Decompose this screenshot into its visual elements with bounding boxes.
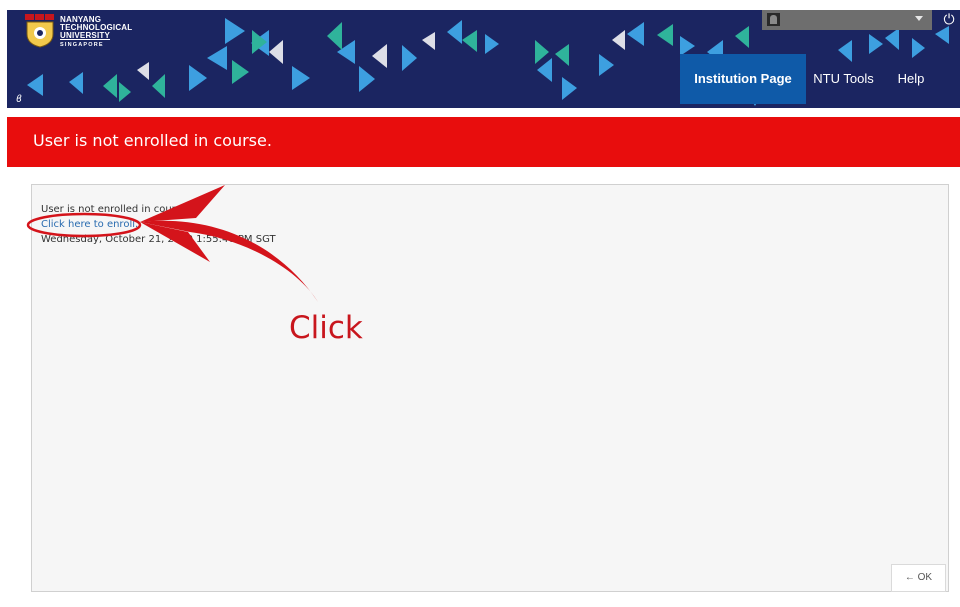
user-avatar-icon	[767, 13, 780, 26]
user-menu[interactable]	[762, 10, 932, 30]
ntu-crest-icon	[25, 14, 54, 48]
nav-ntu-tools[interactable]: NTU Tools	[806, 54, 881, 104]
not-enrolled-message: User is not enrolled in course.	[41, 204, 191, 215]
nav-institution-page[interactable]: Institution Page	[680, 54, 806, 104]
power-icon[interactable]: ⏻	[938, 10, 960, 30]
error-banner-text: User is not enrolled in course.	[33, 131, 272, 150]
timestamp: Wednesday, October 21, 2020 1:55:46 PM S…	[41, 234, 276, 245]
ok-button[interactable]: ← OK	[891, 564, 946, 592]
ntu-logo[interactable]: NANYANG TECHNOLOGICAL UNIVERSITY SINGAPORE	[25, 14, 145, 50]
logo-line-3: UNIVERSITY	[60, 31, 111, 40]
chevron-down-icon[interactable]	[915, 16, 923, 21]
nav-help[interactable]: Help	[881, 54, 941, 104]
logo-text: NANYANG TECHNOLOGICAL UNIVERSITY SINGAPORE	[60, 16, 132, 49]
logo-subtitle: SINGAPORE	[60, 42, 104, 48]
message-panel: User is not enrolled in course. Click he…	[31, 184, 949, 592]
enroll-link[interactable]: Click here to enroll.	[41, 219, 138, 230]
click-annotation: Click	[289, 310, 363, 346]
error-banner: User is not enrolled in course.	[7, 117, 960, 167]
link-icon[interactable]: ϐ	[16, 94, 22, 105]
main-nav: Institution Page NTU Tools Help	[680, 54, 941, 104]
top-header: NANYANG TECHNOLOGICAL UNIVERSITY SINGAPORE …	[7, 10, 960, 108]
